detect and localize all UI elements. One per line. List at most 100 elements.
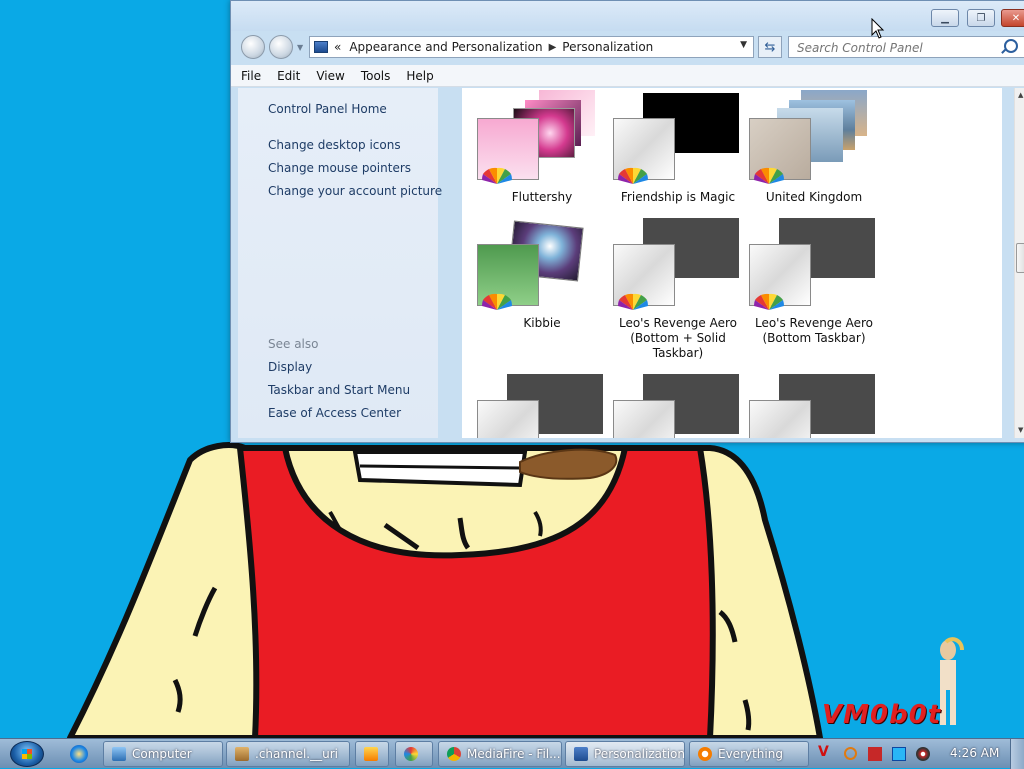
theme-leos-revenge-aero-bottom[interactable]: Leo's Revenge Aero (Bottom Taskbar) [749, 216, 879, 345]
color-fan-icon [617, 293, 649, 310]
internet-explorer-icon[interactable] [70, 745, 88, 763]
close-button[interactable]: ✕ [1001, 9, 1024, 27]
color-fan-icon [617, 167, 649, 184]
close-icon: ✕ [1011, 12, 1021, 24]
show-desktop-button[interactable] [1010, 739, 1024, 769]
maximize-icon: ❐ [976, 12, 986, 24]
theme-untitled-1[interactable] [477, 372, 607, 438]
change-desktop-icons-link[interactable]: Change desktop icons [268, 138, 401, 152]
search-icon[interactable] [1004, 39, 1018, 53]
theme-name: United Kingdom [765, 190, 863, 204]
breadcrumb-appearance[interactable]: Appearance and Personalization [349, 40, 542, 54]
refresh-button[interactable]: ⇆ [758, 36, 782, 58]
task-pane: Control Panel Home Change desktop icons … [238, 88, 442, 438]
theme-name: Leo's Revenge Aero (Bottom + Solid Taskb… [618, 316, 738, 360]
taskbar-label: Personalization [594, 747, 685, 761]
clock[interactable]: 4:26 AM [950, 746, 999, 760]
theme-thumbnail [477, 216, 607, 316]
theme-fluttershy[interactable]: Fluttershy [477, 90, 607, 204]
color-fan-icon [481, 293, 513, 310]
taskbar-mediafire[interactable]: MediaFire - Fil... [438, 741, 562, 767]
chrome-icon [447, 747, 461, 761]
change-mouse-pointers-link[interactable]: Change mouse pointers [268, 161, 411, 175]
theme-thumbnail [749, 216, 879, 316]
menu-edit[interactable]: Edit [277, 69, 300, 83]
see-also-heading: See also [268, 337, 319, 351]
theme-name: Friendship is Magic [620, 190, 736, 204]
display-link[interactable]: Display [268, 360, 312, 374]
minimize-icon: ▁ [941, 12, 949, 24]
theme-thumbnail [477, 90, 607, 190]
taskbar-media-player[interactable] [355, 741, 389, 767]
address-bar[interactable]: « Appearance and Personalization ▶ Perso… [309, 36, 754, 58]
volume-tray-icon[interactable] [916, 747, 930, 761]
taskbar-channel-uri[interactable]: .channel.__uri [226, 741, 350, 767]
theme-united-kingdom[interactable]: United Kingdom [749, 90, 879, 204]
folder-icon [235, 747, 249, 761]
scroll-down-icon[interactable]: ▼ [1018, 426, 1023, 434]
menu-help[interactable]: Help [406, 69, 433, 83]
theme-untitled-3[interactable] [749, 372, 879, 438]
media-player-icon [364, 747, 378, 761]
minimize-button[interactable]: ▁ [931, 9, 959, 27]
menu-bar: File Edit View Tools Help [231, 65, 1024, 87]
back-button[interactable] [241, 35, 265, 59]
maximize-button[interactable]: ❐ [967, 9, 995, 27]
color-fan-icon [753, 167, 785, 184]
change-account-picture-link[interactable]: Change your account picture [268, 184, 442, 198]
search-tray-icon[interactable] [844, 747, 857, 760]
theme-thumbnail [613, 216, 743, 316]
theme-gallery: Fluttershy Friendship is Magic United Ki… [462, 88, 1002, 438]
personalization-window: ▁ ❐ ✕ ▼ « Appearance and Personalization… [230, 0, 1024, 443]
theme-thumbnail [613, 372, 743, 438]
forward-button[interactable] [269, 35, 293, 59]
vmware-tray-icon[interactable]: V [818, 744, 832, 760]
breadcrumb-personalization[interactable]: Personalization [562, 40, 653, 54]
theme-thumbnail [749, 372, 879, 438]
address-dropdown-icon[interactable]: ▼ [740, 40, 747, 50]
computer-icon [112, 747, 126, 761]
search-icon [698, 747, 712, 761]
desktop-logo: VM0b0t [822, 700, 942, 730]
taskbar-start-menu-link[interactable]: Taskbar and Start Menu [268, 383, 410, 397]
control-panel-home-link[interactable]: Control Panel Home [268, 102, 387, 116]
taskbar-label: MediaFire - Fil... [467, 747, 561, 761]
menu-view[interactable]: View [316, 69, 344, 83]
network-tray-icon[interactable] [892, 747, 906, 761]
taskbar-everything[interactable]: Everything [689, 741, 809, 767]
theme-name: Fluttershy [511, 190, 573, 204]
taskbar-label: Computer [132, 747, 192, 761]
mouse-pointer-icon [871, 18, 885, 39]
breadcrumb-separator-icon[interactable]: ▶ [549, 42, 557, 53]
taskbar-computer[interactable]: Computer [103, 741, 223, 767]
paint-icon [404, 747, 418, 761]
theme-name: Leo's Revenge Aero (Bottom Taskbar) [754, 316, 874, 345]
color-fan-icon [481, 167, 513, 184]
menu-file[interactable]: File [241, 69, 261, 83]
theme-untitled-2[interactable] [613, 372, 743, 438]
taskbar-label: Everything [718, 747, 783, 761]
taskbar-label: .channel.__uri [255, 747, 338, 761]
ease-of-access-link[interactable]: Ease of Access Center [268, 406, 401, 420]
theme-kibbie[interactable]: Kibbie [477, 216, 607, 330]
refresh-icon: ⇆ [764, 39, 776, 55]
search-input[interactable] [795, 38, 1009, 58]
vertical-scrollbar[interactable]: ▲ ▼ [1014, 88, 1024, 438]
theme-thumbnail [613, 90, 743, 190]
theme-thumbnail [477, 372, 607, 438]
theme-thumbnail [749, 90, 879, 190]
recent-pages-chevron-icon[interactable]: ▼ [297, 43, 303, 52]
scroll-thumb[interactable] [1016, 243, 1024, 273]
title-bar[interactable] [231, 1, 1024, 31]
start-button[interactable] [10, 741, 44, 767]
menu-tools[interactable]: Tools [361, 69, 391, 83]
theme-leos-revenge-aero-bottom-solid[interactable]: Leo's Revenge Aero (Bottom + Solid Taskb… [613, 216, 743, 360]
scroll-up-icon[interactable]: ▲ [1018, 91, 1023, 99]
theme-friendship-is-magic[interactable]: Friendship is Magic [613, 90, 743, 204]
taskbar-personalization[interactable]: Personalization [565, 741, 685, 767]
theme-name: Kibbie [523, 316, 561, 330]
address-overflow[interactable]: « [334, 40, 341, 54]
taskbar-paint[interactable] [395, 741, 433, 767]
search-box[interactable] [788, 36, 1024, 58]
flag-tray-icon[interactable] [868, 747, 882, 761]
